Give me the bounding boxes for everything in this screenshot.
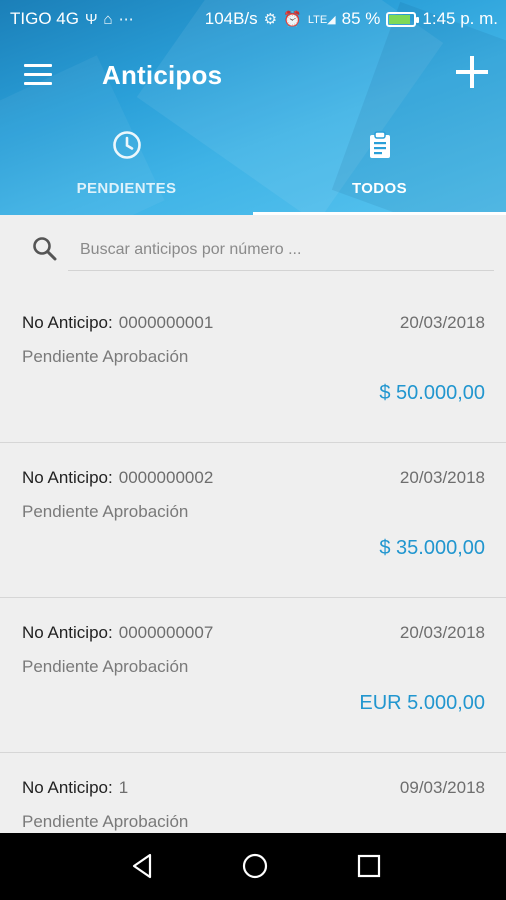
clock-time: 1:45 p. m. — [422, 9, 498, 28]
car-icon: ⌂ — [103, 10, 113, 28]
more-notifications-icon: ⋯ — [118, 11, 134, 28]
advance-date: 20/03/2018 — [399, 468, 485, 487]
advance-status: Pendiente Aprobación — [22, 812, 189, 831]
advance-date: 20/03/2018 — [399, 313, 485, 332]
advance-number-label: No Anticipo: — [22, 778, 113, 797]
usb-icon: Ψ — [84, 10, 98, 28]
clock-icon — [113, 131, 141, 159]
network-speed: 104B/s — [204, 9, 258, 28]
tab-todos[interactable]: TODOS — [253, 120, 506, 215]
advance-date: 09/03/2018 — [399, 778, 485, 797]
advance-status: Pendiente Aprobación — [22, 347, 189, 366]
advance-date: 20/03/2018 — [399, 623, 485, 642]
advance-number-row: No Anticipo: 0000000002 — [22, 468, 213, 488]
battery-percent: 85 % — [341, 9, 381, 28]
alarm-icon: ⏰ — [283, 11, 302, 28]
list-item[interactable]: No Anticipo: 1 09/03/2018 Pendiente Aprob… — [0, 753, 506, 833]
status-bar: TIGO 4G Ψ ⌂ ⋯ 104B/s ⚙ ⏰ LTE◢ 85 % 1:45 … — [0, 0, 506, 38]
search-icon — [33, 237, 57, 261]
advance-number-label: No Anticipo: — [22, 313, 113, 332]
tab-label: PENDIENTES — [76, 180, 177, 197]
back-icon[interactable] — [128, 851, 158, 881]
carrier-label: TIGO 4G — [10, 9, 79, 28]
advance-number: 0000000002 — [118, 468, 214, 487]
app-header: TIGO 4G Ψ ⌂ ⋯ 104B/s ⚙ ⏰ LTE◢ 85 % 1:45 … — [0, 0, 506, 215]
advance-amount: EUR 5.000,00 — [359, 692, 485, 714]
recent-apps-icon[interactable] — [354, 851, 384, 881]
advance-number: 0000000001 — [118, 313, 214, 332]
list-item[interactable]: No Anticipo: 0000000001 20/03/2018 Pendie… — [0, 288, 506, 443]
advance-number-row: No Anticipo: 1 — [22, 778, 128, 798]
clipboard-icon — [370, 131, 390, 158]
advance-number-label: No Anticipo: — [22, 468, 113, 487]
battery-fill — [389, 14, 410, 24]
list-item[interactable]: No Anticipo: 0000000002 20/03/2018 Pendie… — [0, 443, 506, 598]
page-title: Anticipos — [102, 60, 223, 90]
battery-icon — [386, 11, 420, 27]
plus-icon[interactable] — [454, 54, 490, 90]
home-icon[interactable] — [240, 851, 270, 881]
tab-pendientes[interactable]: PENDIENTES — [0, 120, 253, 215]
search-bar — [0, 215, 506, 275]
do-not-disturb-icon: ⚙ — [263, 11, 278, 28]
advance-amount: $ 50.000,00 — [379, 382, 485, 404]
advance-number-row: No Anticipo: 0000000001 — [22, 313, 213, 333]
advance-amount: $ 35.000,00 — [379, 537, 485, 559]
tab-bar: PENDIENTES TODOS — [0, 120, 506, 215]
advance-number-row: No Anticipo: 0000000007 — [22, 623, 213, 643]
network-type-label: LTE — [307, 13, 328, 26]
toolbar: Anticipos — [0, 38, 506, 114]
system-navigation-bar — [0, 833, 506, 900]
tab-label: TODOS — [351, 180, 408, 197]
advance-number-label: No Anticipo: — [22, 623, 113, 642]
advance-status: Pendiente Aprobación — [22, 657, 189, 676]
list-item[interactable]: No Anticipo: 0000000007 20/03/2018 Pendie… — [0, 598, 506, 753]
advance-status: Pendiente Aprobación — [22, 502, 189, 521]
signal-icon: LTE◢ — [307, 13, 336, 26]
hamburger-menu-icon[interactable] — [24, 64, 54, 88]
advance-number: 0000000007 — [118, 623, 214, 642]
search-input[interactable] — [68, 229, 494, 271]
advances-list: No Anticipo: 0000000001 20/03/2018 Pendie… — [0, 288, 506, 833]
advance-number: 1 — [118, 778, 129, 797]
